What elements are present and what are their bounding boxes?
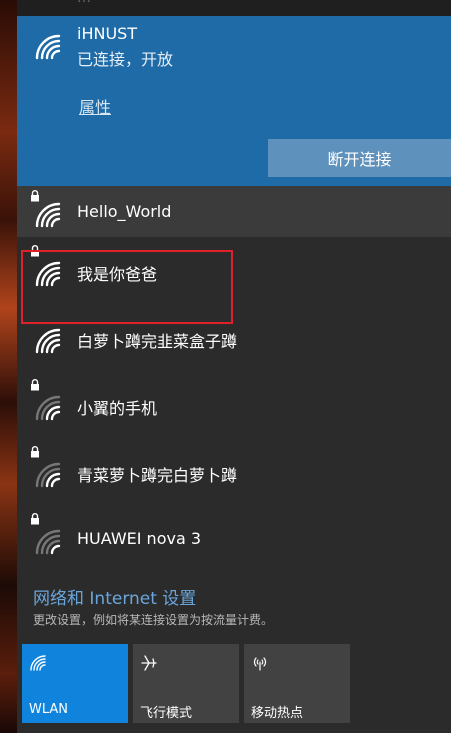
wifi-icon (35, 395, 61, 421)
wifi-icon (35, 462, 61, 488)
wifi-icon (30, 655, 46, 671)
lock-icon (31, 245, 39, 257)
connected-network-name: iHNUST (77, 24, 138, 43)
lock-icon (31, 513, 39, 525)
network-item-huawei-nova-3[interactable]: HUAWEI nova 3 (17, 505, 451, 572)
wifi-icon (35, 34, 61, 60)
disconnect-button[interactable]: 断开连接 (268, 139, 451, 177)
network-list: Hello_World 我是你爸爸 白萝卜蹲完韭菜盒子蹲 小翼的手机 青菜萝卜蹲… (17, 186, 451, 572)
lock-icon (31, 446, 39, 458)
network-settings-link[interactable]: 网络和 Internet 设置 (33, 584, 196, 609)
airplane-icon (141, 655, 157, 671)
network-item-qingcai-luobo[interactable]: 青菜萝卜蹲完白萝卜蹲 (17, 438, 451, 505)
network-name: HUAWEI nova 3 (77, 529, 202, 548)
connected-network-status: 已连接，开放 (77, 50, 174, 69)
wifi-icon (35, 261, 61, 287)
connected-network[interactable]: iHNUST 已连接，开放 属性 断开连接 (17, 16, 451, 186)
tile-label: 移动热点 (251, 706, 304, 721)
airplane-mode-tile[interactable]: 飞行模式 (133, 644, 239, 723)
wifi-icon (35, 202, 61, 228)
network-flyout: … iHNUST 已连接，开放 属性 断开连接 (17, 0, 451, 733)
mobile-hotspot-tile[interactable]: 移动热点 (244, 644, 350, 723)
network-item-wo-shi-ni-baba[interactable]: 我是你爸爸 (17, 237, 451, 304)
tile-label: 飞行模式 (140, 706, 193, 721)
lock-icon (31, 379, 39, 391)
network-item-xiaoyi-phone[interactable]: 小翼的手机 (17, 371, 451, 438)
cut-off-item: … (17, 0, 451, 16)
network-name: Hello_World (77, 202, 172, 221)
network-item-bai-luobo[interactable]: 白萝卜蹲完韭菜盒子蹲 (17, 304, 451, 371)
hotspot-icon (253, 657, 267, 671)
network-name: 白萝卜蹲完韭菜盒子蹲 (77, 332, 238, 351)
tile-label: WLAN (29, 702, 69, 717)
network-item-hello-world[interactable]: Hello_World (17, 186, 451, 237)
network-name: 我是你爸爸 (77, 265, 158, 284)
network-settings-description: 更改设置，例如将某连接设置为按流量计费。 (33, 613, 274, 627)
properties-link[interactable]: 属性 (79, 94, 111, 118)
cut-off-text: … (77, 0, 451, 6)
network-name: 青菜萝卜蹲完白萝卜蹲 (77, 466, 238, 485)
wifi-icon (35, 328, 61, 354)
network-name: 小翼的手机 (77, 399, 158, 418)
wlan-tile[interactable]: WLAN (22, 644, 128, 723)
desktop-wallpaper (0, 0, 17, 733)
quick-actions: WLAN 飞行模式 移动热点 (22, 644, 451, 724)
wifi-icon (35, 529, 61, 555)
